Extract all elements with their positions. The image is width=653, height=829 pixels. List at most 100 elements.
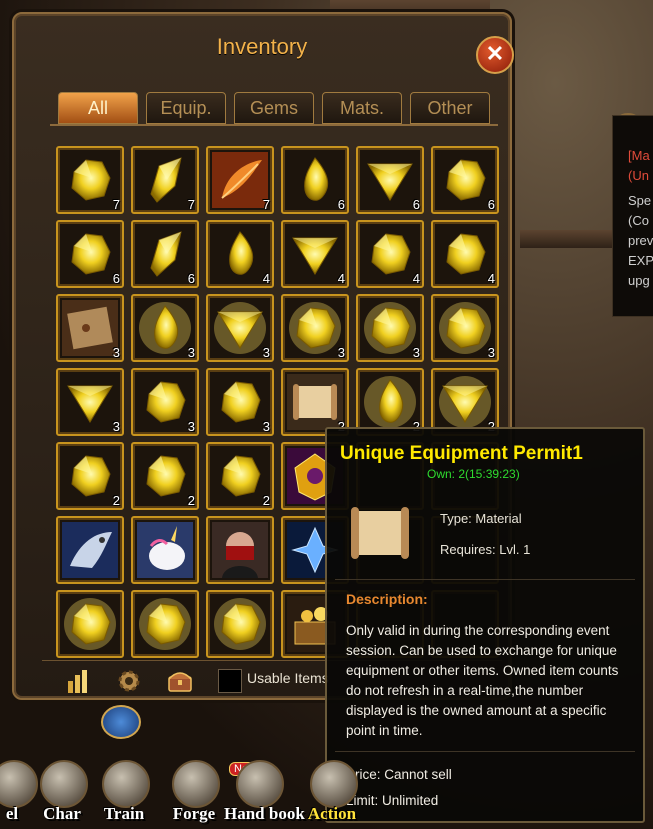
- nav-icon: [310, 760, 358, 808]
- inventory-slot[interactable]: 3: [131, 368, 199, 436]
- tooltip-own-count: Own: 2(15:39:23): [427, 467, 520, 481]
- nav-char[interactable]: Char: [32, 760, 92, 823]
- tab-mats[interactable]: Mats.: [322, 92, 402, 124]
- close-button[interactable]: ✕: [476, 36, 514, 74]
- inventory-slot[interactable]: [56, 590, 124, 658]
- usable-items-checkbox[interactable]: [218, 669, 242, 693]
- nav-action[interactable]: Action: [302, 760, 362, 823]
- inventory-slot[interactable]: 3: [281, 294, 349, 362]
- inventory-slot[interactable]: [131, 590, 199, 658]
- gem-rough-icon: [364, 302, 416, 354]
- gem-rough-icon: [71, 233, 111, 275]
- gem-drop-icon: [304, 157, 329, 201]
- inventory-slot[interactable]: 3: [206, 368, 274, 436]
- inventory-slot[interactable]: 2: [356, 368, 424, 436]
- gem-tri-icon: [292, 237, 338, 275]
- tab-equip[interactable]: Equip.: [146, 92, 226, 124]
- usable-items-label: Usable Items: [247, 670, 329, 686]
- gear-icon[interactable]: [115, 667, 143, 695]
- inventory-slot[interactable]: 4: [431, 220, 499, 288]
- tooltip-type: Type: Material: [440, 511, 522, 526]
- inventory-slot[interactable]: 3: [356, 294, 424, 362]
- tab-other[interactable]: Other: [410, 92, 490, 124]
- gem-shard-icon: [150, 231, 182, 277]
- gem-rough-icon: [221, 381, 261, 423]
- gem-rough-icon: [439, 302, 491, 354]
- inventory-slot[interactable]: [206, 590, 274, 658]
- tab-gems[interactable]: Gems: [234, 92, 314, 124]
- nav-icon: [40, 760, 88, 808]
- inventory-slot[interactable]: 3: [206, 294, 274, 362]
- inventory-slot[interactable]: [206, 516, 274, 584]
- inventory-slot[interactable]: 2: [131, 442, 199, 510]
- side-panel-text: upg: [628, 273, 650, 288]
- inventory-slot[interactable]: 7: [206, 146, 274, 214]
- item-count: 3: [187, 419, 195, 434]
- inventory-slot[interactable]: 3: [56, 294, 124, 362]
- inventory-slot[interactable]: 4: [206, 220, 274, 288]
- inventory-slot[interactable]: 6: [356, 146, 424, 214]
- gem-rough-icon: [289, 302, 341, 354]
- gem-drop-icon: [364, 376, 416, 428]
- inventory-slot[interactable]: 6: [281, 146, 349, 214]
- item-count: 7: [112, 197, 120, 212]
- inventory-slot[interactable]: 2: [431, 368, 499, 436]
- inventory-slot[interactable]: [131, 516, 199, 584]
- nav-icon: [236, 760, 284, 808]
- gem-drop-icon: [139, 302, 191, 354]
- item-count: 3: [262, 419, 270, 434]
- inventory-slot[interactable]: 7: [131, 146, 199, 214]
- inventory-slot[interactable]: 6: [56, 220, 124, 288]
- inventory-slot[interactable]: 4: [356, 220, 424, 288]
- item-count: 4: [262, 271, 270, 286]
- inventory-title: Inventory: [216, 34, 308, 59]
- item-count: 6: [487, 197, 495, 212]
- item-count: 6: [337, 197, 345, 212]
- gem-rough-icon: [214, 598, 266, 650]
- gem-tri-icon: [367, 163, 413, 201]
- ninja-icon: [212, 522, 268, 578]
- nav-hand-book[interactable]: Hand book: [224, 760, 305, 823]
- map-icon: [62, 300, 118, 356]
- inventory-slot[interactable]: 3: [56, 368, 124, 436]
- inventory-slot[interactable]: [56, 516, 124, 584]
- gem-shard-icon: [150, 157, 182, 203]
- tab-all[interactable]: All: [58, 92, 138, 124]
- inventory-slot[interactable]: 6: [131, 220, 199, 288]
- inventory-slot[interactable]: 3: [431, 294, 499, 362]
- gem-rough-icon: [146, 381, 186, 423]
- nav-label: Action: [307, 804, 357, 823]
- inventory-slot[interactable]: 2: [206, 442, 274, 510]
- inventory-slot[interactable]: 3: [131, 294, 199, 362]
- gem-rough-icon: [446, 159, 486, 201]
- nav-label: Train: [103, 804, 145, 823]
- bottom-nav: el Char Train Forge Hand book Action: [0, 700, 653, 829]
- item-count: 6: [187, 271, 195, 286]
- side-panel-text: (Un: [628, 168, 649, 183]
- item-count: 4: [412, 271, 420, 286]
- item-count: 3: [262, 345, 270, 360]
- inventory-slot[interactable]: 2: [56, 442, 124, 510]
- nav-forge[interactable]: Forge: [164, 760, 224, 823]
- side-panel-text: prev: [628, 233, 653, 248]
- side-panel-text: Spe: [628, 193, 652, 208]
- item-count: 6: [412, 197, 420, 212]
- inventory-slot[interactable]: 7: [56, 146, 124, 214]
- inventory-slot[interactable]: 6: [431, 146, 499, 214]
- nav-label: Hand book: [224, 804, 305, 823]
- inventory-slot[interactable]: 2: [281, 368, 349, 436]
- tooltip-description-heading: Description:: [346, 591, 428, 607]
- inventory-slot[interactable]: 4: [281, 220, 349, 288]
- gem-tri-icon: [67, 385, 113, 423]
- scroll-icon: [351, 507, 409, 559]
- scroll-icon: [287, 374, 343, 430]
- sort-icon[interactable]: [64, 667, 92, 695]
- feather-icon: [212, 152, 268, 208]
- tooltip-divider: [335, 579, 635, 580]
- nav-train[interactable]: Train: [94, 760, 154, 823]
- item-count: 3: [412, 345, 420, 360]
- nav-icon: [172, 760, 220, 808]
- item-count: 3: [112, 345, 120, 360]
- chest-icon[interactable]: [166, 667, 194, 695]
- gem-rough-icon: [446, 233, 486, 275]
